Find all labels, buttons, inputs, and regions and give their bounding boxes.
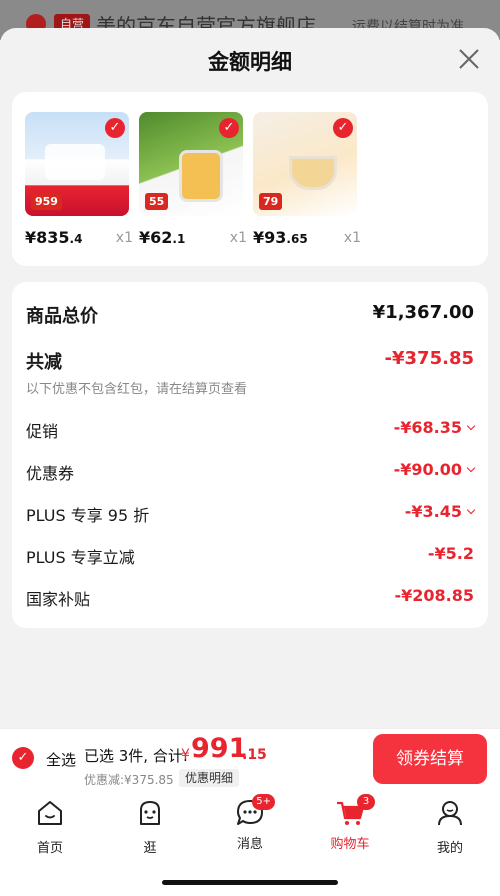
selected-count-text: 已选 3件, 合计: xyxy=(84,747,188,765)
tab-home[interactable]: 首页 xyxy=(10,798,90,856)
tab-profile[interactable]: 我的 xyxy=(410,798,490,856)
discount-label: 国家补贴 xyxy=(26,590,91,609)
home-icon xyxy=(38,801,62,825)
product-quantity: x1 xyxy=(343,230,361,246)
tab-label: 首页 xyxy=(36,841,63,856)
select-all-label[interactable]: 全选 xyxy=(46,749,76,770)
total-amount: 991 xyxy=(191,733,248,764)
explore-icon xyxy=(140,801,160,825)
discount-value: -¥90.00 xyxy=(394,460,476,479)
discount-summary: 优惠减:¥375.85 xyxy=(84,773,174,787)
discount-row-plus-reduction: PLUS 专享立减 -¥5.2 xyxy=(26,544,474,570)
tab-explore[interactable]: 逛 xyxy=(110,798,190,856)
home-indicator xyxy=(162,880,338,885)
tab-label: 购物车 xyxy=(330,837,370,852)
profile-icon xyxy=(438,801,462,826)
product-quantity: x1 xyxy=(115,230,133,246)
checkout-button[interactable]: 领券结算 xyxy=(373,734,487,784)
total-price-value: ¥1,367.00 xyxy=(372,302,474,323)
chevron-down-icon xyxy=(466,463,476,473)
product-price: ¥62.1 xyxy=(139,228,186,247)
discount-value: -¥5.2 xyxy=(427,544,474,563)
close-icon[interactable] xyxy=(458,48,480,70)
product-price: ¥93.65 xyxy=(253,228,308,247)
discount-note: 以下优惠不包含红包，请在结算页查看 xyxy=(26,382,248,397)
message-count-badge: 5+ xyxy=(252,794,275,810)
message-icon-wrap: 5+ xyxy=(235,794,275,828)
tab-label: 我的 xyxy=(436,841,463,856)
product-quantity: x1 xyxy=(229,230,247,246)
checked-icon: ✓ xyxy=(219,118,239,138)
select-all-checkbox[interactable]: ✓ xyxy=(12,747,34,769)
total-reduction-row: 共减 -¥375.85 xyxy=(26,348,474,374)
product-image-water-heater[interactable]: 959 ✓ xyxy=(25,112,129,216)
sheet-title: 金额明细 xyxy=(208,50,292,74)
sheet-header: 金额明细 xyxy=(0,28,500,90)
chevron-down-icon xyxy=(466,421,476,431)
product-image-food-chopper[interactable]: 55 ✓ xyxy=(139,112,243,216)
total-price-row: 商品总价 ¥1,367.00 xyxy=(26,302,474,328)
chevron-down-icon xyxy=(466,505,476,515)
discount-label: 促销 xyxy=(26,422,59,441)
product-image-price-tag: 55 xyxy=(145,193,169,210)
amount-detail-sheet: 金额明细 959 ✓ ¥835.4 x1 55 ✓ ¥62.1 x1 79 ✓ … xyxy=(0,28,500,896)
total-reduction-value: -¥375.85 xyxy=(384,348,474,369)
products-card: 959 ✓ ¥835.4 x1 55 ✓ ¥62.1 x1 79 ✓ ¥93.6… xyxy=(12,92,488,266)
discount-label: PLUS 专享立减 xyxy=(26,548,135,567)
total-amount-decimal: .15 xyxy=(242,747,267,763)
discount-label: PLUS 专享 95 折 xyxy=(26,506,150,525)
discount-value: -¥68.35 xyxy=(394,418,476,437)
price-summary-card: 商品总价 ¥1,367.00 共减 -¥375.85 以下优惠不包含红包，请在结… xyxy=(12,282,488,628)
product-image-stew-pot[interactable]: 79 ✓ xyxy=(253,112,357,216)
discount-row-promotion[interactable]: 促销 -¥68.35 xyxy=(26,418,476,444)
discount-row-plus-95[interactable]: PLUS 专享 95 折 -¥3.45 xyxy=(26,502,476,528)
product-image-price-tag: 79 xyxy=(259,193,283,210)
checked-icon: ✓ xyxy=(333,118,353,138)
product-item[interactable]: 79 ✓ ¥93.65 x1 xyxy=(253,112,363,247)
product-item[interactable]: 959 ✓ ¥835.4 x1 xyxy=(25,112,135,247)
total-currency: ¥ xyxy=(181,747,190,763)
discount-value: -¥3.45 xyxy=(405,502,476,521)
discount-label: 优惠券 xyxy=(26,464,75,483)
bottom-tab-bar: 首页 逛 5+ 消息 3 购物车 我的 xyxy=(0,790,500,896)
total-price-label: 商品总价 xyxy=(26,306,98,327)
product-image-price-tag: 959 xyxy=(31,193,62,210)
cart-icon-wrap: 3 xyxy=(335,794,375,828)
tab-cart[interactable]: 3 购物车 xyxy=(310,794,390,854)
tab-label: 逛 xyxy=(143,841,157,856)
total-reduction-label: 共减 xyxy=(26,352,62,373)
discount-row-national-subsidy: 国家补贴 -¥208.85 xyxy=(26,586,474,612)
checked-icon: ✓ xyxy=(105,118,125,138)
tab-label: 消息 xyxy=(236,837,263,852)
product-item[interactable]: 55 ✓ ¥62.1 x1 xyxy=(139,112,249,247)
checkout-bar: ✓ 全选 已选 3件, 合计: ¥ 991 .15 优惠减:¥375.85 优惠… xyxy=(0,728,500,790)
tab-messages[interactable]: 5+ 消息 xyxy=(210,794,290,854)
discount-row-coupon[interactable]: 优惠券 -¥90.00 xyxy=(26,460,476,486)
discount-detail-button[interactable]: 优惠明细 xyxy=(179,769,240,787)
discount-value: -¥208.85 xyxy=(394,586,474,605)
cart-count-badge: 3 xyxy=(357,794,375,810)
product-price: ¥835.4 xyxy=(25,228,83,247)
